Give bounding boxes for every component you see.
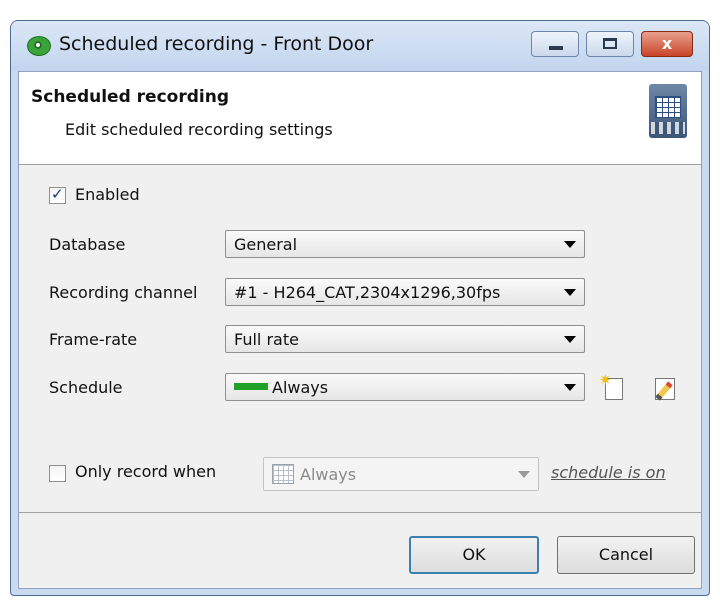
dialog-body: Scheduled recording Edit scheduled recor… [18,71,702,589]
app-eye-icon [27,36,51,56]
only-record-value-wrap: Always [272,463,357,486]
enabled-checkbox[interactable] [49,185,66,204]
only-record-schedule-select[interactable]: Always [263,457,539,491]
calendar-film-icon [649,84,687,138]
chevron-down-icon [564,241,576,248]
schedule-label: Schedule [49,378,123,397]
chevron-down-icon [564,336,576,343]
cancel-button[interactable]: Cancel [557,536,695,574]
close-button[interactable]: x [641,31,693,57]
schedule-color-swatch [234,383,268,390]
maximize-icon [603,38,617,49]
schedule-value-wrap: Always [234,378,328,397]
schedule-is-on-link[interactable]: schedule is on [551,463,666,482]
title-bar[interactable]: Scheduled recording - Front Door x [11,21,709,71]
dialog-window: Scheduled recording - Front Door x Sched… [10,20,710,596]
chevron-down-icon [518,471,530,478]
schedule-select[interactable]: Always [225,373,585,401]
database-select[interactable]: General [225,230,585,258]
database-label: Database [49,235,126,254]
only-record-checkbox[interactable] [49,465,66,482]
enabled-label: Enabled [75,185,140,204]
framerate-select[interactable]: Full rate [225,325,585,353]
chevron-down-icon [564,384,576,391]
only-record-value: Always [300,465,357,484]
channel-value: #1 - H264_CAT,2304x1296,30fps [234,283,501,302]
new-schedule-button[interactable]: ✷ [599,371,627,401]
minimize-icon [549,46,563,50]
calendar-icon [272,463,294,484]
window-title: Scheduled recording - Front Door [59,33,374,55]
chevron-down-icon [564,289,576,296]
divider [19,512,701,513]
edit-schedule-button[interactable] [651,373,679,401]
only-record-label: Only record when [75,462,217,481]
minimize-button[interactable] [531,31,579,57]
header-subtitle: Edit scheduled recording settings [65,120,333,139]
maximize-button[interactable] [586,31,634,57]
ok-button[interactable]: OK [409,536,539,574]
database-value: General [234,235,298,254]
schedule-value: Always [272,378,329,397]
close-icon: x [661,34,673,53]
framerate-value: Full rate [234,330,299,349]
dialog-header: Scheduled recording Edit scheduled recor… [19,72,701,165]
header-title: Scheduled recording [31,87,229,107]
sparkle-icon: ✷ [599,371,612,389]
channel-select[interactable]: #1 - H264_CAT,2304x1296,30fps [225,278,585,306]
framerate-label: Frame-rate [49,330,138,349]
channel-label: Recording channel [49,283,198,302]
